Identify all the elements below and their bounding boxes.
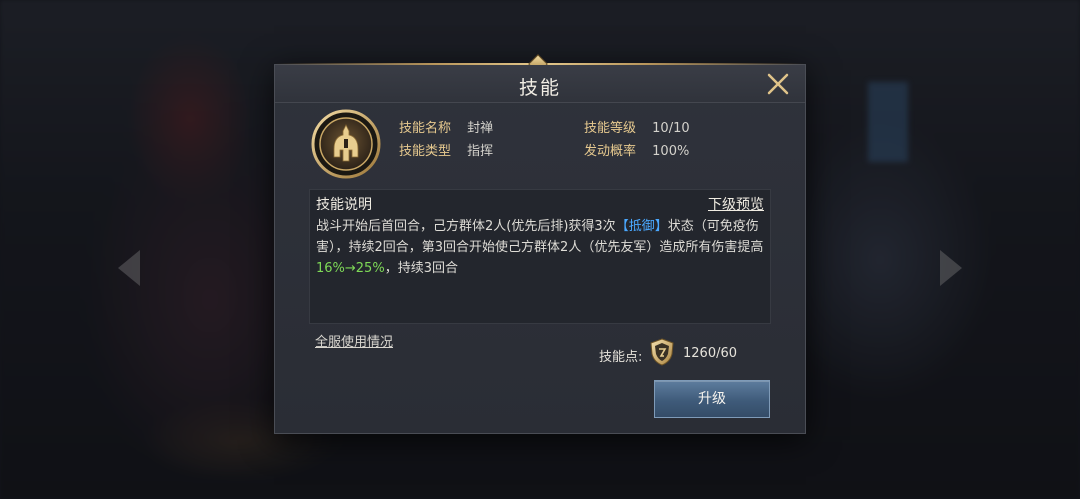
description-segment: ，持续3回合 xyxy=(384,261,458,276)
skill-point-shield-icon xyxy=(650,338,674,366)
skill-name-row: 技能名称 封禅 xyxy=(399,117,493,136)
skill-name-label: 技能名称 xyxy=(399,121,452,136)
description-title: 技能说明 xyxy=(316,197,372,213)
skill-name-value: 封禅 xyxy=(467,121,494,136)
skill-dialog: 技能 技能名称 封禅 技能类型 指挥 技能等级 10/10 发动概率 100% … xyxy=(274,54,806,434)
server-usage-link[interactable]: 全服使用情况 xyxy=(315,331,393,350)
description-segment: 战斗开始后首回合，己方群体2人(优先后排)获得3次 xyxy=(316,219,616,234)
description-text: 战斗开始后首回合，己方群体2人(优先后排)获得3次【抵御】状态（可免疫伤害），持… xyxy=(316,216,768,279)
dialog-title: 技能 xyxy=(518,77,561,99)
skill-level-label: 技能等级 xyxy=(584,121,637,136)
trigger-chance-value: 100% xyxy=(652,144,690,159)
skill-description-box: 技能说明 下级预览 战斗开始后首回合，己方群体2人(优先后排)获得3次【抵御】状… xyxy=(309,189,771,324)
skill-points-value: 1260/60 xyxy=(683,346,738,361)
keyword-defense: 【抵御】 xyxy=(615,219,668,234)
keyword-damage-bonus: 16%→25% xyxy=(316,261,385,276)
skill-type-row: 技能类型 指挥 xyxy=(399,140,493,159)
skill-level-row: 技能等级 10/10 xyxy=(584,117,690,136)
trigger-chance-label: 发动概率 xyxy=(584,144,637,159)
skill-level-value: 10/10 xyxy=(652,121,690,136)
upgrade-button[interactable]: 升级 xyxy=(654,380,770,418)
dialog-header: 技能 xyxy=(275,65,805,103)
skill-type-value: 指挥 xyxy=(467,144,494,159)
helmet-emblem-icon xyxy=(311,109,381,179)
skill-points-label: 技能点: xyxy=(599,350,643,365)
next-level-preview-link[interactable]: 下级预览 xyxy=(708,194,764,214)
trigger-chance-row: 发动概率 100% xyxy=(584,140,689,159)
skill-type-label: 技能类型 xyxy=(399,144,452,159)
close-icon[interactable] xyxy=(765,71,791,97)
